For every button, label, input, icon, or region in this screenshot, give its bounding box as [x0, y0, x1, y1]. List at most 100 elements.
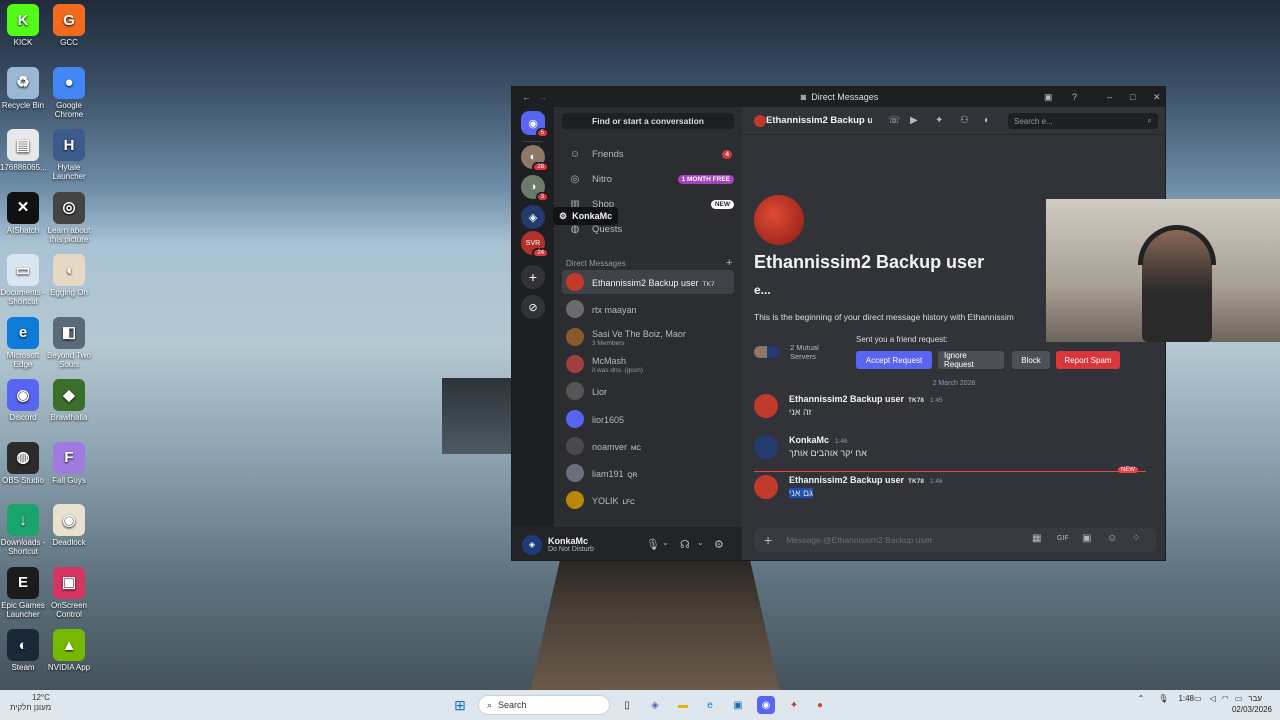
teams-icon[interactable]: ◈: [646, 696, 664, 714]
edge-icon[interactable]: e: [701, 696, 719, 714]
server-icon-2[interactable]: ◑ 3: [521, 175, 549, 202]
desktop-icon[interactable]: ◍ OBS Studio: [0, 441, 46, 485]
clock-date[interactable]: 02/03/2026: [1138, 704, 1272, 715]
chrome-icon[interactable]: ●: [811, 696, 829, 714]
app-icon[interactable]: ✦: [785, 696, 803, 714]
nav-friends[interactable]: ☺ Friends 4: [562, 144, 734, 164]
chevron-up-icon[interactable]: ⌃: [1138, 694, 1145, 703]
avatar[interactable]: [754, 435, 778, 459]
desktop-icon[interactable]: ↓ Downloads - Shortcut: [0, 504, 46, 556]
chevron-down-icon[interactable]: ⌄: [697, 538, 704, 547]
desktop-icon[interactable]: ▣ OnScreen Control: [46, 566, 92, 619]
desktop-icon[interactable]: ◧ Beyond Two Souls: [46, 316, 92, 369]
server-icon-konkamc[interactable]: ◈: [521, 205, 545, 229]
desktop-icon[interactable]: ▭ Documents - Shortcut: [0, 254, 46, 306]
display-icon[interactable]: ▭: [1235, 694, 1243, 703]
desktop-icon[interactable]: E Epic Games Launcher: [0, 566, 46, 619]
nav-nitro[interactable]: ◎ Nitro 1 MONTH FREE: [562, 169, 734, 189]
desktop-icon[interactable]: ◆ Brawlhalla: [46, 379, 92, 422]
dm-item[interactable]: Ethannissim2 Backup user TK7: [562, 270, 734, 294]
help-icon[interactable]: ?: [1072, 92, 1077, 102]
inbox-icon[interactable]: ▣: [1044, 92, 1053, 103]
dm-item[interactable]: YOLIK LFC: [562, 488, 734, 512]
user-info[interactable]: KonkaMc Do Not Disturb: [548, 536, 594, 553]
recipient-large-avatar[interactable]: [754, 195, 804, 245]
gear-icon[interactable]: ⚙: [714, 538, 724, 551]
desktop-icon[interactable]: ◖ Egging On: [46, 254, 92, 297]
language-indicator[interactable]: עבר: [1248, 694, 1262, 703]
discover-icon[interactable]: ⊘: [521, 295, 545, 319]
desktop-icon[interactable]: ✕ AIShatch: [0, 191, 46, 235]
dm-item[interactable]: McMash it was dns. (gosh): [562, 352, 734, 376]
dm-item[interactable]: Sasi Ve The Boiz, Maor 3 Members: [562, 325, 734, 349]
new-dm-plus-icon[interactable]: +: [726, 257, 732, 269]
avatar[interactable]: [754, 475, 778, 499]
task-view-icon[interactable]: ▯: [618, 696, 636, 714]
avatar[interactable]: [754, 394, 778, 418]
dm-item[interactable]: lior1605: [562, 407, 734, 431]
dm-item[interactable]: noamver MC: [562, 434, 734, 458]
system-tray[interactable]: ⌃ 🎙︎ עבר▭◠◁▭1:48 02/03/2026: [1138, 693, 1272, 715]
desktop-icon[interactable]: ◎ Learn about this picture: [46, 191, 92, 244]
desktop-icon[interactable]: K KICK: [0, 4, 46, 47]
wifi-icon[interactable]: ◠: [1222, 694, 1229, 703]
desktop-icon[interactable]: H Hytale Launcher: [46, 129, 92, 181]
taskbar-search[interactable]: ⌕ Search: [478, 695, 610, 715]
headphones-icon[interactable]: ☊: [680, 538, 690, 551]
find-conversation-button[interactable]: Find or start a conversation: [562, 113, 734, 129]
desktop-icon[interactable]: ♻ Recycle Bin: [0, 66, 46, 110]
pin-icon[interactable]: ✦: [935, 115, 943, 126]
desktop-icon[interactable]: ● Google Chrome: [46, 66, 92, 119]
desktop-icon[interactable]: ▲ NVIDIA App: [46, 629, 92, 672]
clock-time[interactable]: 1:48: [1178, 694, 1194, 703]
back-arrow-icon[interactable]: ←: [522, 92, 531, 102]
dm-item[interactable]: rtx maayan: [562, 297, 734, 321]
weather-widget[interactable]: 12°C מעונן חלקית: [10, 693, 51, 713]
message-composer[interactable]: + Message @Ethannissim2 Backup user ▦ GI…: [754, 528, 1156, 552]
desktop-icon[interactable]: e Microsoft Edge: [0, 316, 46, 369]
search-input[interactable]: Search e... ⌕: [1008, 113, 1158, 129]
add-friends-icon[interactable]: ⚇: [960, 115, 969, 126]
maximize-icon[interactable]: □: [1130, 92, 1135, 102]
chevron-down-icon[interactable]: ⌄: [662, 538, 669, 547]
file-explorer-icon[interactable]: ▬: [674, 696, 692, 714]
recipient-avatar[interactable]: [754, 115, 766, 127]
desktop-icon[interactable]: ▤ 176886065...: [0, 129, 47, 172]
attach-plus-icon[interactable]: +: [764, 532, 772, 548]
desktop-icon[interactable]: ◉ Discord: [0, 379, 46, 422]
mutual-servers[interactable]: 2 Mutual Servers: [754, 343, 830, 361]
store-icon[interactable]: ▣: [729, 696, 747, 714]
report-spam-button[interactable]: Report Spam: [1056, 351, 1120, 369]
add-server-icon[interactable]: +: [521, 265, 545, 289]
sticker-icon[interactable]: ▣: [1082, 533, 1091, 544]
voice-call-icon[interactable]: ☏: [888, 115, 901, 126]
volume-icon[interactable]: ◁: [1210, 694, 1216, 703]
desktop-icon[interactable]: G GCC: [46, 4, 92, 47]
start-icon[interactable]: ⊞: [451, 696, 469, 714]
emoji-icon[interactable]: ☺: [1107, 533, 1117, 544]
desktop-icon[interactable]: ◉ Deadlock: [46, 504, 92, 547]
server-icon-1[interactable]: ◐ 28: [521, 145, 549, 172]
gift-icon[interactable]: ▦: [1032, 533, 1041, 544]
desktop-icon[interactable]: F Fall Guys: [46, 441, 92, 485]
dm-item[interactable]: liam191 QR: [562, 461, 734, 485]
desktop-icon[interactable]: ◐ Steam: [0, 629, 46, 672]
battery-icon[interactable]: ▭: [1194, 694, 1202, 703]
avatar[interactable]: ◈: [522, 534, 542, 555]
discord-taskbar-icon[interactable]: ◉: [757, 696, 775, 714]
apps-icon[interactable]: ⁘: [1132, 533, 1140, 544]
profile-icon[interactable]: ◐: [984, 115, 990, 126]
accept-request-button[interactable]: Accept Request: [856, 351, 932, 369]
microphone-icon[interactable]: 🎙︎: [646, 538, 660, 551]
ignore-request-button[interactable]: Ignore Request: [938, 351, 1004, 369]
block-button[interactable]: Block: [1012, 351, 1050, 369]
gif-icon[interactable]: GIF: [1057, 535, 1069, 542]
forward-arrow-icon[interactable]: →: [538, 92, 547, 102]
video-call-icon[interactable]: ▶: [910, 115, 918, 126]
dm-item[interactable]: Lior: [562, 379, 734, 403]
close-icon[interactable]: ✕: [1153, 92, 1161, 103]
home-dm-button[interactable]: ◉ 5: [521, 111, 549, 138]
mic-icon[interactable]: 🎙︎: [1158, 694, 1168, 703]
minimize-icon[interactable]: –: [1107, 92, 1112, 102]
server-icon-svr[interactable]: SVR 24: [521, 231, 549, 258]
